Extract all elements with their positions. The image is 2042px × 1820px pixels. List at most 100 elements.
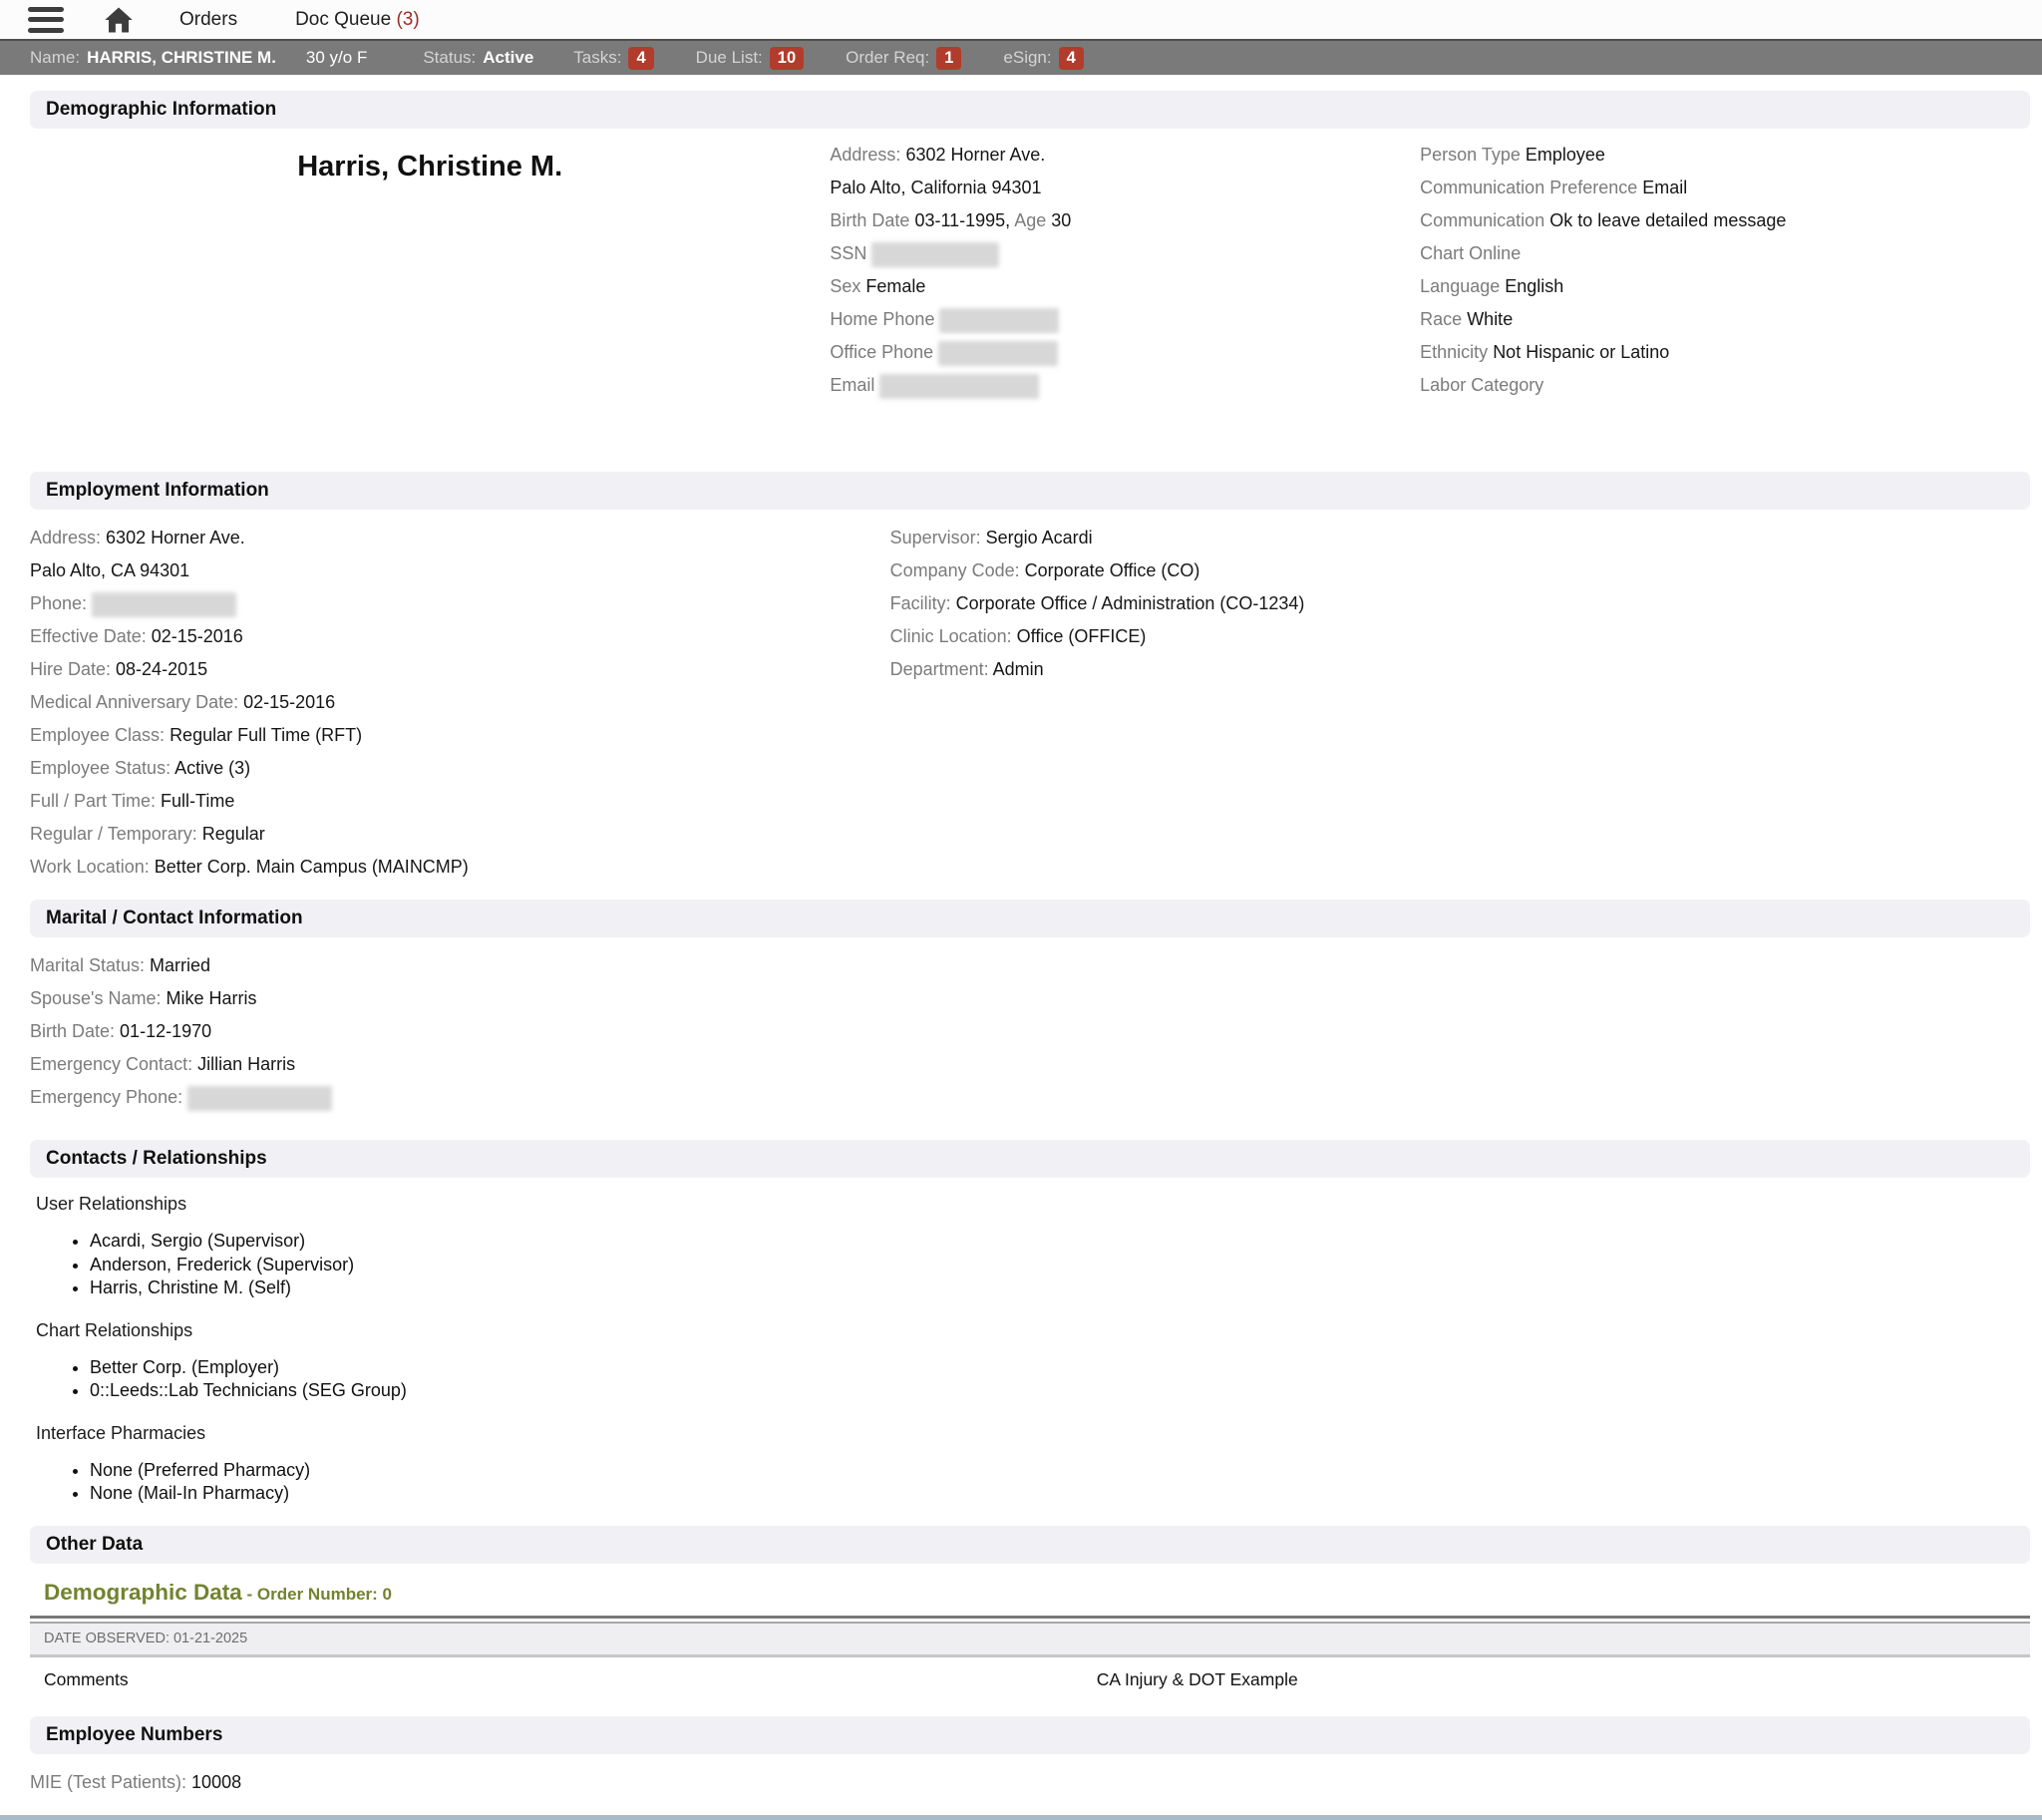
esign-badge[interactable]: 4 — [1059, 47, 1084, 70]
field-value: English — [1505, 276, 1563, 296]
redacted-value — [92, 592, 236, 617]
field-row: Emergency Contact: Jillian Harris — [30, 1048, 2030, 1081]
field-row: Facility: Corporate Office / Administrat… — [890, 587, 2030, 620]
patient-age-sex: 30 y/o F — [306, 48, 367, 68]
field-value: Admin — [993, 659, 1044, 679]
patient-display-name: Harris, Christine M. — [297, 151, 562, 182]
field-row: Medical Anniversary Date: 02-15-2016 — [30, 686, 890, 719]
field-label: Office Phone — [830, 342, 938, 362]
due-list-badge[interactable]: 10 — [770, 47, 804, 70]
field-row: Person Type Employee — [1420, 139, 2030, 172]
employee-numbers-section: MIE (Test Patients): 10008 — [30, 1766, 2030, 1799]
list-item: Better Corp. (Employer) — [90, 1356, 2030, 1380]
field-label: Facility: — [890, 593, 956, 613]
interface-pharmacies-list: None (Preferred Pharmacy)None (Mail-In P… — [90, 1459, 2030, 1506]
field-label: Clinic Location: — [890, 626, 1017, 646]
field-label: SSN — [830, 243, 871, 263]
marital-section: Marital Status: MarriedSpouse's Name: Mi… — [30, 949, 2030, 1114]
field-label: Labor Category — [1420, 375, 1543, 395]
field-row: Birth Date: 01-12-1970 — [30, 1015, 2030, 1048]
patient-header-bar: Name: HARRIS, CHRISTINE M. 30 y/o F Stat… — [0, 39, 2042, 75]
field-label: Communication — [1420, 210, 1549, 230]
order-req-badge[interactable]: 1 — [936, 47, 961, 70]
field-label: Sex — [830, 276, 865, 296]
section-header-marital: Marital / Contact Information — [30, 900, 2030, 937]
field-label: Chart Online — [1420, 243, 1521, 263]
field-row: Communication Preference Email — [1420, 172, 2030, 204]
comments-label: Comments — [44, 1669, 1097, 1690]
tasks-badge[interactable]: 4 — [628, 47, 653, 70]
field-label: Language — [1420, 276, 1505, 296]
field-row: Clinic Location: Office (OFFICE) — [890, 620, 2030, 653]
nav-orders[interactable]: Orders — [179, 9, 237, 31]
field-row: Phone: — [30, 587, 890, 620]
field-value: Active (3) — [174, 758, 250, 778]
field-row: Birth Date 03-11-1995, Age 30 — [830, 204, 1420, 237]
field-label: Hire Date: — [30, 659, 116, 679]
field-label: Effective Date: — [30, 626, 152, 646]
field-label: Full / Part Time: — [30, 791, 161, 811]
status-label: Status: — [423, 48, 476, 68]
redacted-value — [871, 242, 999, 267]
field-row: Address: 6302 Horner Ave. — [830, 139, 1420, 172]
field-value: 02-15-2016 — [152, 626, 243, 646]
field-value: 30 — [1051, 210, 1071, 230]
field-label: Race — [1420, 309, 1467, 329]
field-value: Mike Harris — [167, 988, 257, 1008]
field-label: Ethnicity — [1420, 342, 1493, 362]
field-row: Communication Ok to leave detailed messa… — [1420, 204, 2030, 237]
field-label: Communication Preference — [1420, 178, 1642, 197]
field-row: Employee Status: Active (3) — [30, 752, 890, 785]
field-value: 6302 Horner Ave. — [905, 145, 1045, 165]
order-req-label: Order Req: — [846, 48, 929, 68]
field-value: 01-12-1970 — [120, 1021, 211, 1041]
field-label: Work Location: — [30, 857, 155, 877]
bottom-edge-divider — [0, 1815, 2042, 1820]
demographic-address-column: Address: 6302 Horner Ave.Palo Alto, Cali… — [830, 139, 1420, 402]
field-row: SSN — [830, 237, 1420, 270]
field-row: Home Phone — [830, 303, 1420, 336]
tasks-label: Tasks: — [573, 48, 621, 68]
field-row: Office Phone — [830, 336, 1420, 369]
field-value: 6302 Horner Ave. — [106, 528, 245, 547]
field-label: Company Code: — [890, 560, 1025, 580]
demographic-data-title: Demographic Data — [44, 1580, 242, 1605]
demographic-name-cell: Harris, Christine M. — [30, 139, 830, 402]
field-label: Address: — [30, 528, 106, 547]
field-label: Employee Status: — [30, 758, 174, 778]
demographic-data-order-link[interactable]: Demographic Data - Order Number: 0 — [44, 1580, 2030, 1606]
field-label: Emergency Contact: — [30, 1054, 197, 1074]
field-label: Address: — [830, 145, 905, 165]
home-icon[interactable] — [104, 5, 136, 35]
page-root: Orders Doc Queue (3) Name: HARRIS, CHRIS… — [0, 0, 2042, 1820]
field-label: Spouse's Name: — [30, 988, 167, 1008]
field-label: Phone: — [30, 593, 92, 613]
field-value: Married — [150, 955, 210, 975]
field-row: Employee Class: Regular Full Time (RFT) — [30, 719, 890, 752]
list-item: None (Preferred Pharmacy) — [90, 1459, 2030, 1483]
field-label: Medical Anniversary Date: — [30, 692, 243, 712]
field-label: Person Type — [1420, 145, 1526, 165]
comments-value: CA Injury & DOT Example — [1097, 1669, 1298, 1690]
due-list-label: Due List: — [696, 48, 763, 68]
section-header-employee-numbers: Employee Numbers — [30, 1716, 2030, 1754]
field-row: Language English — [1420, 270, 2030, 303]
nav-doc-queue[interactable]: Doc Queue (3) — [295, 9, 420, 31]
field-label: Department: — [890, 659, 993, 679]
field-label: Supervisor: — [890, 528, 986, 547]
field-row: Full / Part Time: Full-Time — [30, 785, 890, 818]
field-value: Regular Full Time (RFT) — [170, 725, 362, 745]
field-value: 10008 — [191, 1772, 241, 1792]
section-header-demographic: Demographic Information — [30, 91, 2030, 129]
field-value: 02-15-2016 — [243, 692, 335, 712]
section-header-contacts: Contacts / Relationships — [30, 1140, 2030, 1178]
top-nav-bar: Orders Doc Queue (3) — [0, 0, 2042, 39]
field-value: Corporate Office / Administration (CO-12… — [956, 593, 1305, 613]
field-value: 03-11-1995, — [914, 210, 1010, 230]
menu-icon[interactable] — [28, 7, 64, 33]
list-item: Acardi, Sergio (Supervisor) — [90, 1230, 2030, 1254]
field-row: Supervisor: Sergio Acardi — [890, 522, 2030, 554]
section-header-employment: Employment Information — [30, 472, 2030, 510]
main-content: Demographic Information Harris, Christin… — [0, 75, 2042, 1799]
group-heading-interface-pharmacies: Interface Pharmacies — [36, 1423, 2030, 1444]
